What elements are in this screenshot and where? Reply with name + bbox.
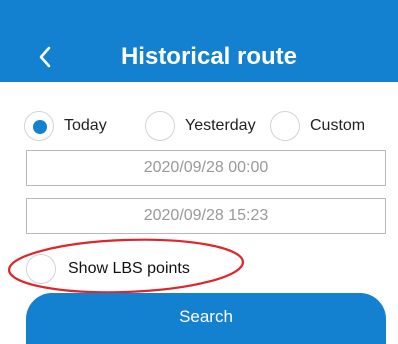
title-bar: Historical route — [0, 0, 398, 82]
radio-custom-label: Custom — [310, 117, 366, 134]
lbs-checkbox — [26, 254, 56, 284]
range-selector: Today Yesterday Custom — [0, 108, 398, 144]
search-button[interactable]: Search — [26, 293, 386, 344]
radio-today[interactable]: Today — [24, 108, 107, 144]
start-time-field[interactable]: 2020/09/28 00:00 — [26, 150, 386, 186]
radio-yesterday-indicator — [145, 111, 175, 141]
radio-today-indicator — [24, 111, 54, 141]
radio-custom-indicator — [270, 111, 300, 141]
radio-custom[interactable]: Custom — [270, 108, 365, 144]
radio-today-label: Today — [64, 117, 107, 134]
lbs-label: Show LBS points — [68, 260, 190, 277]
radio-yesterday[interactable]: Yesterday — [145, 108, 256, 144]
lbs-toggle[interactable]: Show LBS points — [26, 251, 190, 287]
back-button[interactable] — [28, 40, 62, 74]
end-time-field[interactable]: 2020/09/28 15:23 — [26, 198, 386, 234]
chevron-left-icon — [39, 46, 51, 68]
header: Historical route — [0, 0, 398, 114]
radio-yesterday-label: Yesterday — [185, 117, 256, 134]
